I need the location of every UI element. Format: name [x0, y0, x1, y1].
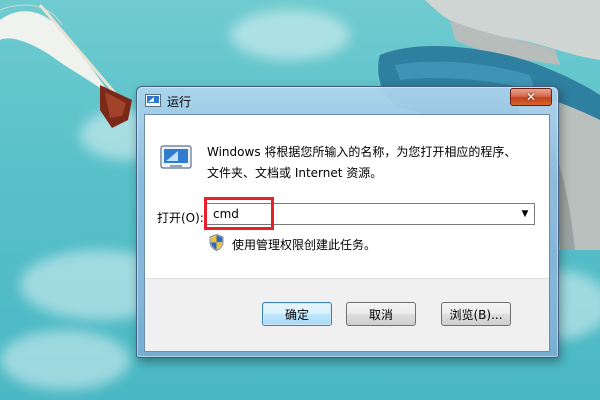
cancel-button[interactable]: 取消	[346, 302, 416, 326]
close-button[interactable]: ✕	[510, 88, 552, 106]
wallpaper-cloud	[230, 10, 350, 60]
feather-illustration	[0, 4, 132, 128]
window-title: 运行	[167, 95, 192, 109]
title-bar[interactable]: 运行 ✕	[137, 87, 558, 113]
run-app-icon	[145, 94, 161, 107]
open-label: 打开(O):	[157, 211, 204, 225]
ok-button[interactable]: 确定	[262, 302, 332, 326]
browse-button[interactable]: 浏览(B)...	[441, 302, 511, 326]
admin-rights-note: 使用管理权限创建此任务。	[232, 238, 377, 252]
uac-shield-icon	[209, 234, 224, 251]
close-icon: ✕	[525, 90, 537, 104]
description-line-2: 文件夹、文档或 Internet 资源。	[207, 166, 383, 180]
chevron-down-icon[interactable]: ▼	[516, 204, 534, 224]
run-dialog-icon	[160, 145, 192, 169]
highlight-annotation	[204, 197, 274, 230]
run-dialog-window: 运行 ✕ Windows 将根据您所输入的名称，为您打开相应的程序、 文件夹、文…	[136, 86, 559, 358]
description-line-1: Windows 将根据您所输入的名称，为您打开相应的程序、	[207, 145, 517, 159]
dialog-description: Windows 将根据您所输入的名称，为您打开相应的程序、 文件夹、文档或 In…	[207, 142, 537, 184]
wallpaper-cloud	[0, 330, 130, 390]
dialog-body: Windows 将根据您所输入的名称，为您打开相应的程序、 文件夹、文档或 In…	[144, 114, 550, 352]
